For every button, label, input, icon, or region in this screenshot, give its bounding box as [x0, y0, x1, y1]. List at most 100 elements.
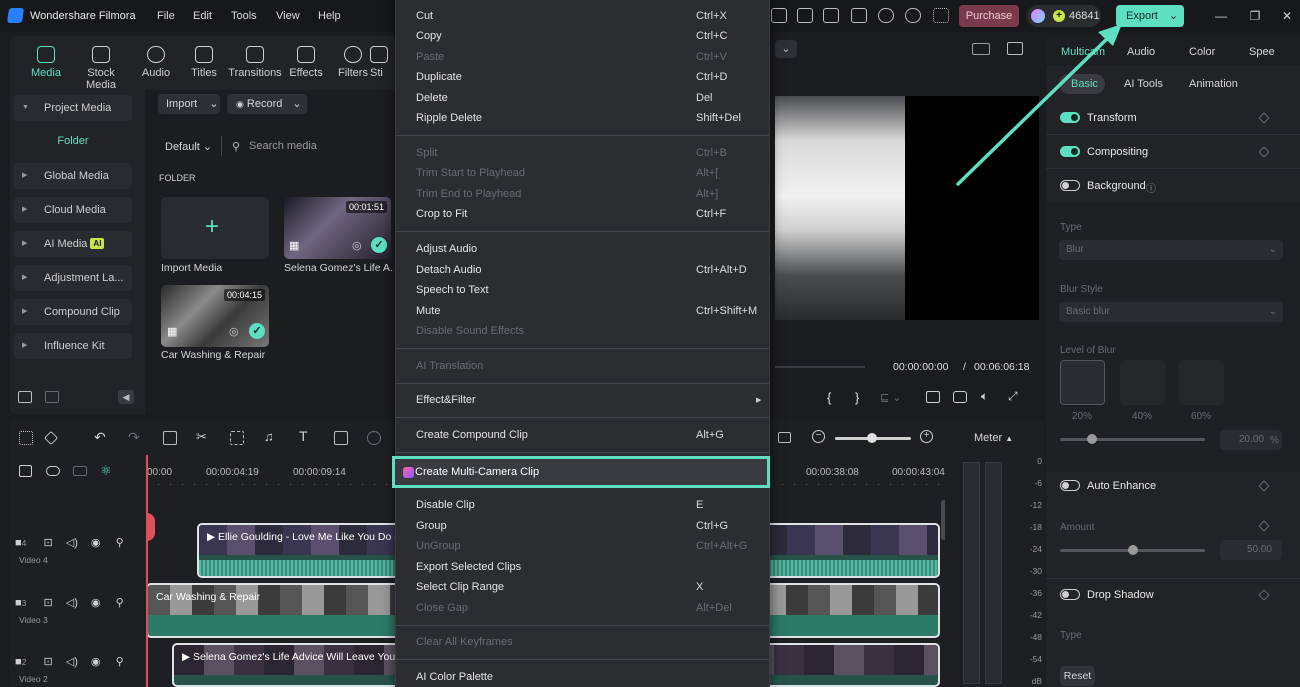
lock-icon[interactable]: ⚲: [116, 656, 124, 668]
volume-icon[interactable]: ◁): [66, 597, 78, 609]
eye-icon[interactable]: ◉: [91, 597, 101, 609]
sidebar-item-adjustment-layer[interactable]: ▶ Adjustment La...: [14, 265, 132, 291]
zoom-out-icon[interactable]: −: [812, 430, 825, 443]
link-icon[interactable]: [46, 466, 60, 476]
background-toggle[interactable]: [1060, 180, 1080, 191]
tab-speed[interactable]: Spee: [1249, 46, 1275, 58]
blur-preset-40[interactable]: [1120, 360, 1165, 405]
menu-item-create-multi-camera-clip[interactable]: Create Multi-Camera Clip: [392, 456, 770, 488]
menu-item-group[interactable]: Group: [416, 520, 447, 532]
menu-view[interactable]: View: [276, 10, 300, 22]
crop-icon[interactable]: [230, 431, 244, 445]
track-manager-icon[interactable]: [73, 466, 87, 476]
menu-item-select-clip-range[interactable]: Select Clip Range: [416, 581, 504, 593]
compare-view-icon[interactable]: [972, 43, 990, 55]
menu-item-copy[interactable]: Copy: [416, 30, 442, 42]
add-track-icon[interactable]: [19, 465, 32, 477]
menu-item-export-selected-clips[interactable]: Export Selected Clips: [416, 561, 521, 573]
purchase-button[interactable]: Purchase: [959, 5, 1019, 27]
menu-file[interactable]: File: [157, 10, 175, 22]
menu-item-detach-audio[interactable]: Detach Audio: [416, 264, 481, 276]
blur-level-slider[interactable]: [1060, 438, 1205, 441]
zoom-slider-knob[interactable]: [867, 433, 877, 443]
audio-edit-icon[interactable]: ♫: [264, 429, 274, 444]
folder-icon[interactable]: ⊡: [43, 597, 52, 609]
credits-badge[interactable]: + 46841: [1027, 5, 1101, 27]
snapshot-image-icon[interactable]: [1007, 42, 1023, 55]
import-dropdown[interactable]: Import ⌄: [158, 94, 220, 114]
blur-preset-60[interactable]: [1179, 360, 1224, 405]
menu-edit[interactable]: Edit: [193, 10, 212, 22]
sort-dropdown[interactable]: Default ⌄: [165, 140, 212, 153]
record-dropdown[interactable]: ◉ Record ⌄: [227, 94, 307, 114]
sidebar-item-global-media[interactable]: ▶ Global Media: [14, 163, 132, 189]
new-folder-icon[interactable]: [18, 391, 32, 403]
menu-tools[interactable]: Tools: [231, 10, 257, 22]
subtab-animation[interactable]: Animation: [1189, 78, 1238, 90]
auto-enhance-toggle[interactable]: [1060, 480, 1080, 491]
playhead[interactable]: [146, 455, 148, 687]
send-icon[interactable]: [771, 8, 787, 23]
menu-item-disable-clip[interactable]: Disable Clip: [416, 499, 475, 511]
slider-knob[interactable]: [1128, 545, 1138, 555]
folder-icon[interactable]: ⊡: [43, 656, 52, 668]
collapse-panel-icon[interactable]: ◀: [118, 390, 134, 404]
lock-icon[interactable]: ⚲: [116, 597, 124, 609]
media-item-thumbnail[interactable]: 00:01:51 ▦ ◎ ✓: [284, 197, 391, 259]
close-icon[interactable]: ✕: [1280, 9, 1294, 23]
drop-shadow-toggle[interactable]: [1060, 589, 1080, 600]
amount-input[interactable]: 50.00: [1220, 540, 1282, 560]
subtab-ai-tools[interactable]: AI Tools: [1124, 78, 1163, 90]
menu-item-adjust-audio[interactable]: Adjust Audio: [416, 243, 477, 255]
preview-progress-track[interactable]: [775, 366, 865, 368]
layout-icon[interactable]: [823, 8, 839, 23]
slider-knob[interactable]: [1087, 434, 1097, 444]
redo-icon[interactable]: ↷: [128, 429, 140, 446]
volume-icon[interactable]: ◁): [66, 537, 78, 549]
menu-item-mute[interactable]: Mute: [416, 305, 440, 317]
cloud-upload-icon[interactable]: [878, 8, 894, 23]
menu-item-delete[interactable]: Delete: [416, 92, 448, 104]
tab-audio[interactable]: Audio: [1127, 46, 1155, 58]
sidebar-item-cloud-media[interactable]: ▶ Cloud Media: [14, 197, 132, 223]
magnet-snap-icon[interactable]: ⚛: [100, 463, 112, 479]
transform-toggle[interactable]: [1060, 112, 1080, 123]
menu-item-duplicate[interactable]: Duplicate: [416, 71, 462, 83]
monitor-icon[interactable]: [926, 391, 940, 403]
zoom-in-icon[interactable]: +: [920, 430, 933, 443]
menu-item-crop-to-fit[interactable]: Crop to Fit: [416, 208, 467, 220]
sidebar-item-compound-clip[interactable]: ▶ Compound Clip: [14, 299, 132, 325]
tab-color[interactable]: Color: [1189, 46, 1215, 58]
subtab-basic[interactable]: Basic: [1071, 78, 1098, 90]
volume-icon[interactable]: ◁): [66, 656, 78, 668]
meter-dropdown[interactable]: Meter ▲: [974, 432, 1013, 444]
menu-item-speech-to-text[interactable]: Speech to Text: [416, 284, 489, 296]
menu-item-create-compound-clip[interactable]: Create Compound Clip: [416, 429, 528, 441]
type-select[interactable]: Blur ⌄: [1059, 240, 1283, 260]
folder-icon[interactable]: [45, 391, 59, 403]
menu-item-cut[interactable]: Cut: [416, 10, 433, 22]
menu-item-ai-color-palette[interactable]: AI Color Palette: [416, 671, 493, 683]
lock-icon[interactable]: ⚲: [116, 537, 124, 549]
help-circle-icon[interactable]: ⓘ: [1146, 180, 1156, 195]
tab-stock-media[interactable]: Stock Media: [71, 46, 131, 91]
split-scissors-icon[interactable]: ✂: [196, 429, 207, 445]
rectangle-icon[interactable]: [334, 431, 348, 445]
tab-multicam[interactable]: Multicam: [1061, 46, 1105, 58]
apps-grid-icon[interactable]: [933, 8, 949, 23]
mark-in-icon[interactable]: {: [827, 390, 831, 405]
tab-media[interactable]: Media: [17, 46, 75, 79]
sidebar-item-ai-media[interactable]: ▶ AI Media AI: [14, 231, 132, 257]
sidebar-item-influence-kit[interactable]: ▶ Influence Kit: [14, 333, 132, 359]
mark-out-icon[interactable]: }: [855, 390, 859, 405]
eye-icon[interactable]: ◉: [91, 656, 101, 668]
fit-timeline-icon[interactable]: [778, 432, 791, 443]
compositing-toggle[interactable]: [1060, 146, 1080, 157]
blur-preset-20[interactable]: [1060, 360, 1105, 405]
tab-stickers[interactable]: Sti: [370, 46, 395, 79]
grid-apps-icon[interactable]: [19, 431, 33, 445]
menu-item-ripple-delete[interactable]: Ripple Delete: [416, 112, 482, 124]
blur-style-select[interactable]: Basic blur ⌄: [1059, 302, 1283, 322]
eye-icon[interactable]: ◉: [91, 537, 101, 549]
text-icon[interactable]: T: [299, 428, 308, 444]
